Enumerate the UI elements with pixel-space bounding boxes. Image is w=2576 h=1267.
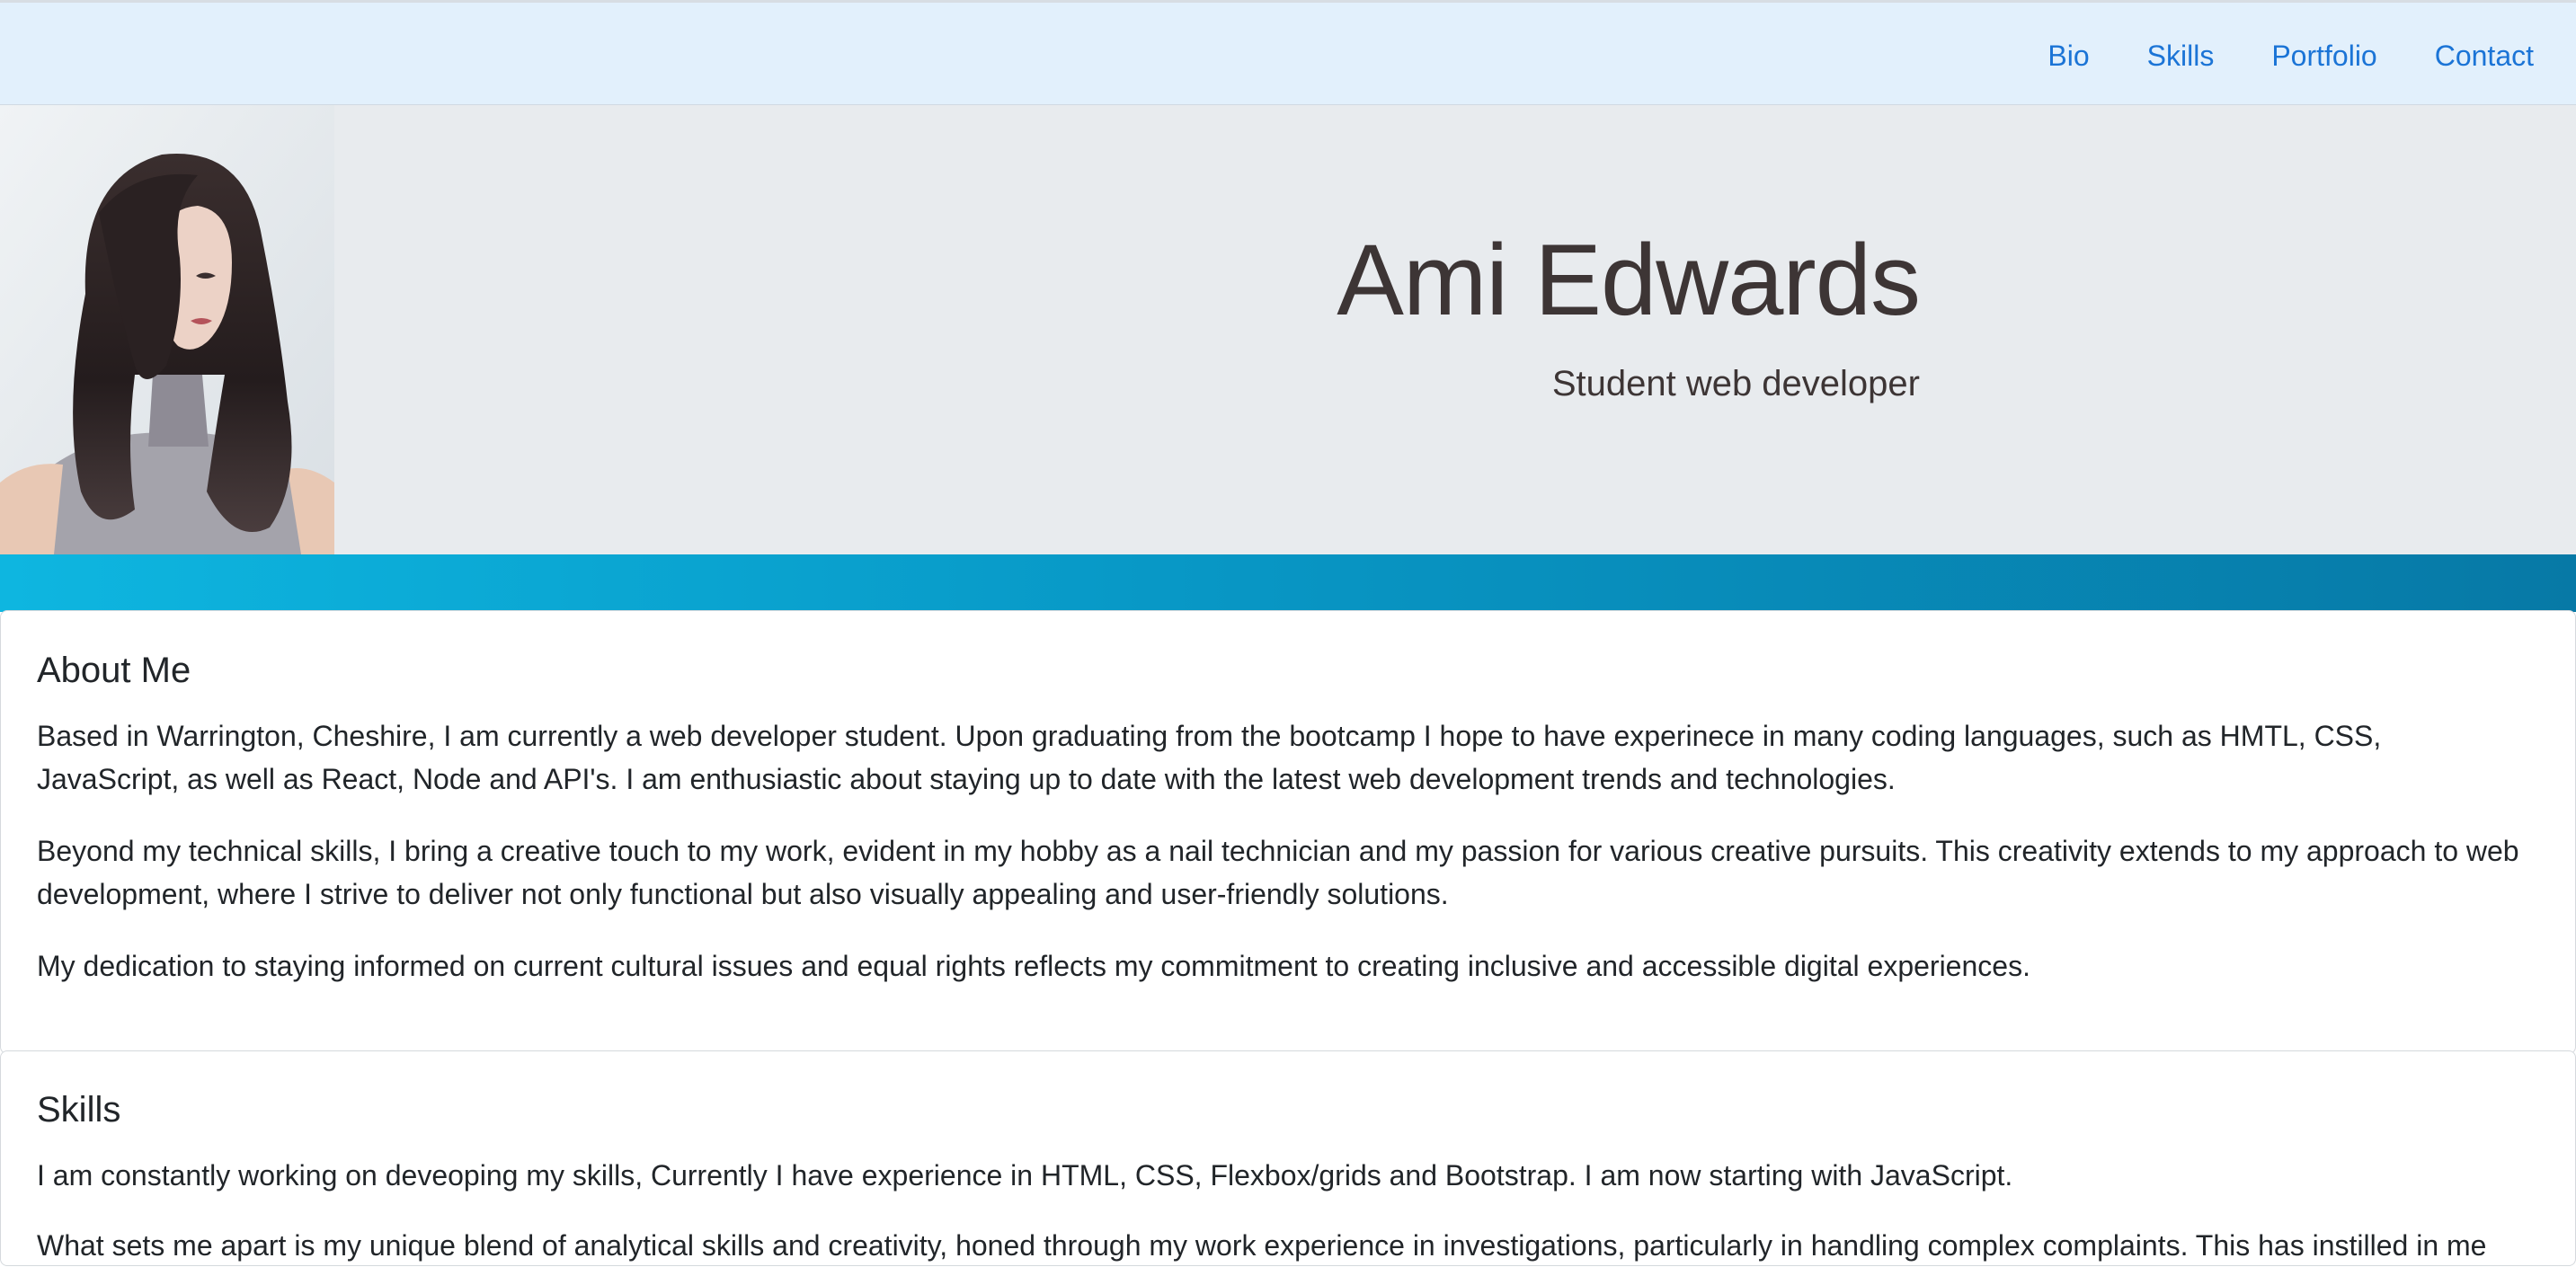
hero-name: Ami Edwards — [1337, 224, 1921, 336]
nav-link-portfolio[interactable]: Portfolio — [2271, 36, 2376, 75]
about-paragraph-2: Beyond my technical skills, I bring a cr… — [37, 835, 2519, 910]
gradient-divider — [0, 554, 2576, 612]
about-paragraph-1: Based in Warrington, Cheshire, I am curr… — [37, 720, 2382, 795]
nav-link-skills[interactable]: Skills — [2147, 36, 2215, 75]
navbar: Bio Skills Portfolio Contact — [0, 0, 2576, 105]
about-title: About Me — [37, 651, 191, 690]
skills-paragraph-1: I am constantly working on deveoping my … — [37, 1159, 2013, 1192]
skills-paragraph-2: What sets me apart is my unique blend of… — [37, 1229, 2487, 1262]
skills-section: Skills I am constantly working on deveop… — [0, 1050, 2576, 1266]
nav-link-bio[interactable]: Bio — [2047, 36, 2089, 75]
hero-banner: Ami Edwards Student web developer — [0, 105, 2576, 554]
skills-title: Skills — [37, 1090, 121, 1130]
nav-link-contact[interactable]: Contact — [2435, 36, 2534, 75]
about-section: About Me Based in Warrington, Cheshire, … — [0, 610, 2576, 1054]
nav-links: Bio Skills Portfolio Contact — [1990, 36, 2534, 75]
portrait-illustration — [0, 105, 334, 554]
portrait-image — [0, 105, 334, 554]
hero-tagline: Student web developer — [1551, 364, 1920, 403]
about-paragraph-3: My dedication to staying informed on cur… — [37, 950, 2030, 982]
